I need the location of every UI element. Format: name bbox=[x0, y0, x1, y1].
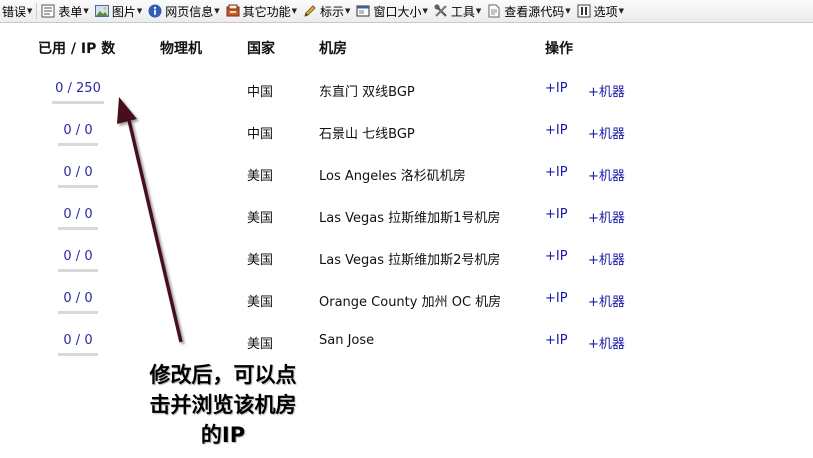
arrow-shape bbox=[117, 97, 183, 343]
annotation-callout: 修改后，可以点 击并浏览该机房 的IP bbox=[128, 360, 318, 450]
annotation-arrow bbox=[117, 97, 183, 343]
annotation-line-1: 修改后，可以点 bbox=[149, 363, 297, 387]
page: 错误 ▼ 表单 ▼ 图片 ▼ 网页信息 ▼ 其它功能 ▼ 标示 ▼ 窗口大小 ▼… bbox=[0, 0, 813, 458]
annotation-line-3: 的IP bbox=[200, 423, 246, 447]
annotation-line-2: 击并浏览该机房 bbox=[149, 393, 297, 417]
